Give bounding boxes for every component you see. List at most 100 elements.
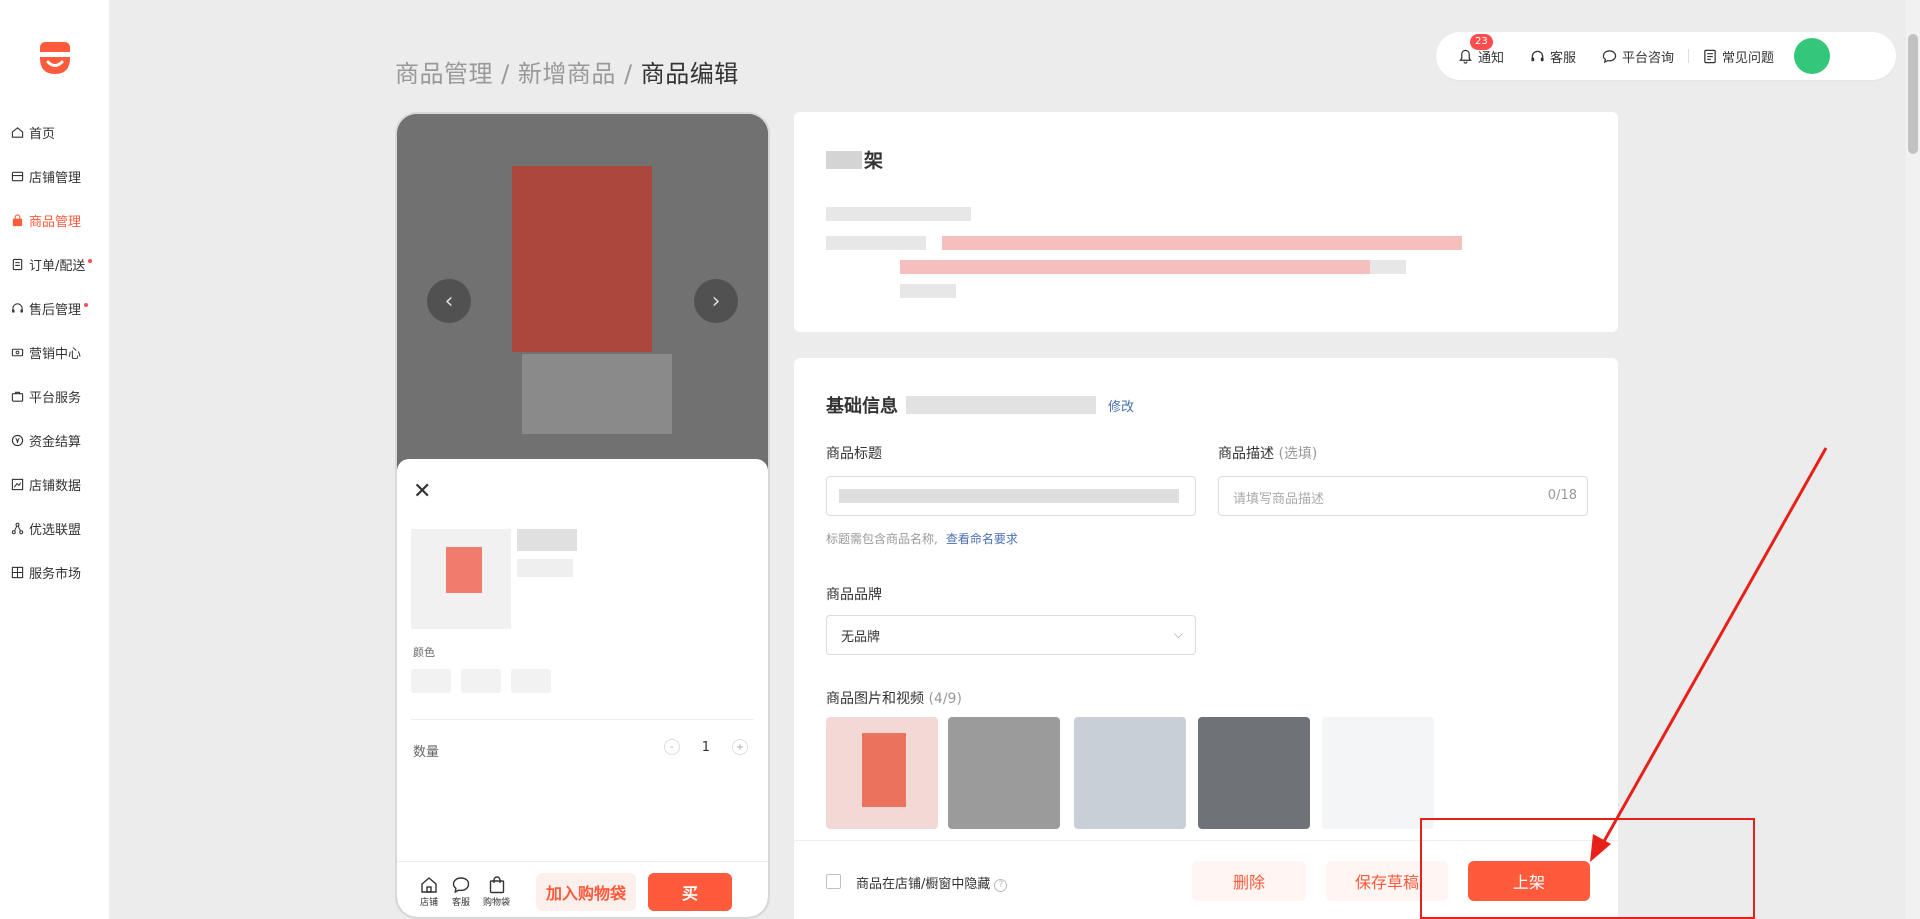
blurred-text [826, 151, 862, 169]
sidebar-item-label: 店铺数据 [29, 478, 82, 494]
quantity-minus-button[interactable]: - [663, 739, 680, 755]
divider [411, 719, 754, 720]
title-hint-text: 标题需包含商品名称, [826, 532, 938, 546]
preview-service-button[interactable]: 客服 [451, 875, 471, 908]
bag-icon [10, 213, 24, 227]
shopping-bag-icon [489, 876, 504, 894]
scrollbar-thumb[interactable] [1908, 34, 1918, 154]
chat-bubble-icon [452, 877, 470, 894]
blurred-link[interactable] [900, 284, 956, 298]
chevron-down-icon: ⌵ [1173, 627, 1183, 641]
preview-cart-label: 购物袋 [483, 898, 511, 908]
media-thumbnail[interactable] [1198, 717, 1310, 829]
sidebar-item[interactable]: 首页 [0, 110, 110, 154]
hide-in-store-label: 商品在店铺/橱窗中隐藏? [856, 873, 1008, 892]
headset-icon [10, 301, 24, 315]
media-label: 商品图片和视频 (4/9) [826, 688, 962, 708]
media-upload-slot[interactable] [1322, 717, 1434, 829]
mobile-preview: ‹ › ✕ 颜色 数量 - 1 + 店铺 客服 购物袋 加入购物袋 买 [395, 112, 770, 919]
media-thumbnail[interactable] [948, 717, 1060, 829]
sidebar: 首页店铺管理商品管理订单/配送 售后管理营销中心平台服务资金结算店铺数据优选联盟服… [0, 0, 110, 919]
sidebar-item-label: 店铺管理 [29, 170, 82, 186]
product-image-caption [522, 354, 672, 434]
top-toolbar: 通知 23 客服 平台咨询 常见问题 [1436, 32, 1896, 80]
annotation-highlight-box [1420, 818, 1755, 919]
briefcase-icon [10, 389, 24, 403]
product-image [512, 166, 652, 352]
add-to-cart-button[interactable]: 加入购物袋 [536, 872, 637, 911]
sidebar-item[interactable]: 服务市场 [0, 550, 110, 594]
chart-icon [10, 477, 24, 491]
sidebar-item-label: 营销中心 [29, 346, 82, 362]
brand-select-value: 无品牌 [841, 630, 881, 645]
quantity-plus-button[interactable]: + [732, 739, 748, 755]
quantity-stepper: - 1 + [663, 739, 748, 755]
platform-consult-label: 平台咨询 [1622, 50, 1675, 66]
sku-stock-blur [517, 559, 573, 577]
sidebar-item[interactable]: 商品管理 [0, 198, 110, 242]
media-thumbnail[interactable] [826, 717, 938, 829]
user-avatar[interactable] [1794, 38, 1831, 74]
sidebar-item[interactable]: 订单/配送 [0, 242, 110, 286]
chevron-left-icon: ‹ [444, 288, 454, 314]
sidebar-item-label: 平台服务 [29, 390, 82, 406]
chat-bubble-icon [1602, 49, 1617, 64]
blurred-warning-text [900, 260, 1370, 274]
platform-consult-button[interactable]: 平台咨询 [1602, 47, 1674, 66]
carousel-prev-button[interactable]: ‹ [427, 279, 471, 323]
hide-in-store-text: 商品在店铺/橱窗中隐藏 [856, 877, 991, 892]
breadcrumb-item-product-management[interactable]: 商品管理 [395, 60, 493, 88]
brand-select[interactable]: 无品牌 ⌵ [826, 615, 1196, 655]
description-label-text: 商品描述 [1218, 446, 1274, 462]
media-label-text: 商品图片和视频 [826, 691, 924, 707]
sidebar-item[interactable]: 店铺管理 [0, 154, 110, 198]
network-icon [10, 521, 24, 535]
buy-button[interactable]: 买 [648, 872, 733, 911]
title-input[interactable] [826, 476, 1196, 516]
home-icon [10, 125, 24, 139]
description-label: 商品描述 (选填) [1218, 443, 1317, 463]
sidebar-item-label: 商品管理 [29, 214, 82, 230]
edit-link[interactable]: 修改 [1108, 396, 1134, 415]
blurred-text [1370, 260, 1406, 274]
sidebar-item[interactable]: 店铺数据 [0, 462, 110, 506]
sidebar-item[interactable]: 营销中心 [0, 330, 110, 374]
breadcrumb-separator: / [501, 60, 510, 88]
close-icon[interactable]: ✕ [413, 481, 431, 503]
sidebar-item[interactable]: 优选联盟 [0, 506, 110, 550]
preview-store-button[interactable]: 店铺 [419, 875, 439, 908]
page-scrollbar[interactable] [1906, 0, 1920, 919]
yen-icon [10, 433, 24, 447]
preview-cart-button[interactable]: 购物袋 [483, 875, 510, 908]
blurred-text [826, 236, 926, 250]
sidebar-item[interactable]: 资金结算 [0, 418, 110, 462]
sidebar-item-label: 资金结算 [29, 434, 82, 450]
question-icon[interactable]: ? [994, 879, 1008, 892]
color-option[interactable] [411, 669, 451, 693]
description-char-counter: 0/18 [1547, 488, 1577, 503]
sku-price-blur [517, 529, 577, 551]
sidebar-item[interactable]: 平台服务 [0, 374, 110, 418]
store-icon [10, 169, 24, 183]
hide-in-store-checkbox[interactable] [826, 874, 841, 889]
sidebar-item-label: 优选联盟 [29, 522, 82, 538]
listing-status-card: 架 [794, 112, 1618, 332]
breadcrumb-item-new-product[interactable]: 新增商品 [518, 60, 616, 88]
notify-count-badge: 23 [1470, 33, 1493, 50]
naming-rules-link[interactable]: 查看命名要求 [946, 532, 1018, 546]
shop-logo-icon[interactable] [36, 40, 74, 76]
description-placeholder: 请填写商品描述 [1233, 492, 1325, 507]
color-option[interactable] [511, 669, 551, 693]
carousel-next-button[interactable]: › [694, 279, 738, 323]
media-thumbnail[interactable] [1074, 717, 1186, 829]
faq-button[interactable]: 常见问题 [1703, 47, 1774, 66]
chevron-right-icon: › [711, 288, 721, 314]
customer-service-button[interactable]: 客服 [1530, 47, 1576, 66]
sidebar-item[interactable]: 售后管理 [0, 286, 110, 330]
color-option[interactable] [461, 669, 501, 693]
breadcrumb: 商品管理 / 新增商品 / 商品编辑 [395, 54, 739, 89]
delete-button[interactable]: 删除 [1192, 861, 1306, 901]
preview-image-carousel: ‹ › [397, 114, 768, 459]
description-input[interactable]: 请填写商品描述 0/18 [1218, 476, 1588, 516]
notify-button[interactable]: 通知 23 [1458, 33, 1504, 66]
